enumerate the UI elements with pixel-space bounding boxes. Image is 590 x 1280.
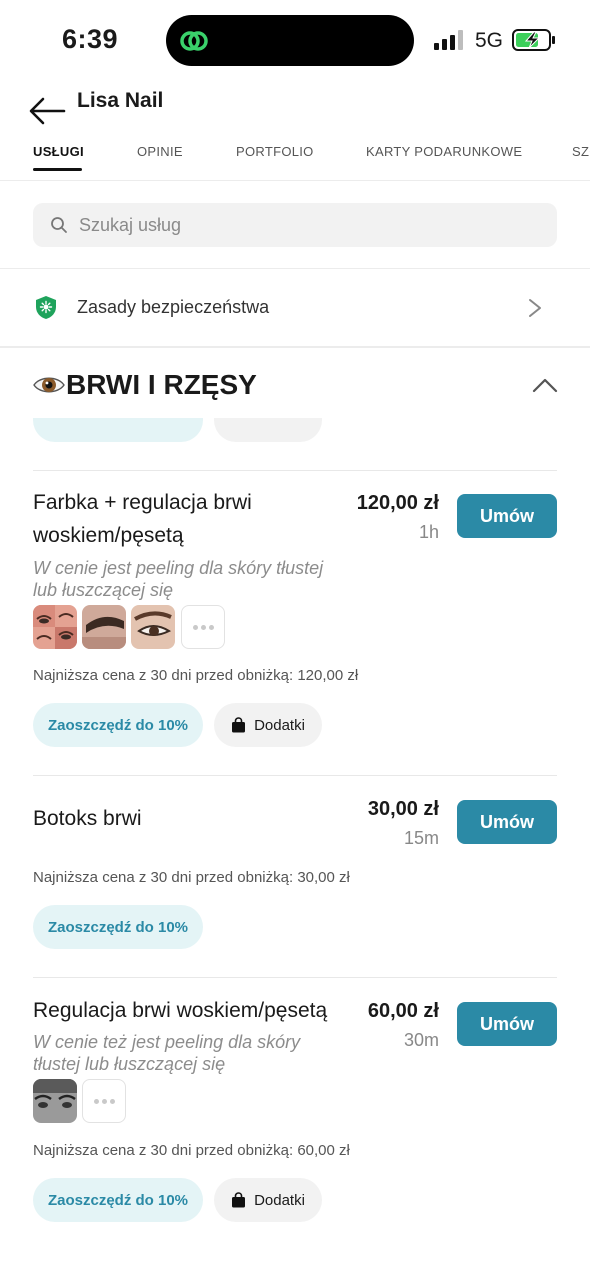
chevron-right-icon <box>529 299 541 317</box>
tab-uslugi[interactable]: USŁUGI <box>33 144 84 159</box>
link-icon <box>180 31 208 51</box>
photo-eye-icon <box>131 605 175 649</box>
addons-label: Dodatki <box>254 716 305 734</box>
more-dot <box>93 1098 99 1104</box>
save-discount-pill[interactable]: Zaoszczędź do 10% <box>33 1178 203 1222</box>
divider <box>33 775 557 776</box>
safety-rules-label: Zasady bezpieczeństwa <box>77 297 270 317</box>
service-price: 120,00 zł <box>356 492 439 514</box>
dynamic-island <box>166 15 414 66</box>
network-label: 5G <box>475 29 504 52</box>
lowest-price-note: Najniższa cena z 30 dni przed obniżką: 1… <box>33 667 359 684</box>
active-tab-indicator <box>33 168 82 171</box>
photo-eyes-icon <box>33 605 77 649</box>
tab-portfolio[interactable]: PORTFOLIO <box>236 144 314 159</box>
service-duration: 1h <box>418 522 439 542</box>
search-input[interactable] <box>79 203 539 247</box>
status-time: 6:39 <box>62 24 119 54</box>
service-photo-thumbnail[interactable] <box>131 605 175 649</box>
search-icon <box>51 217 67 233</box>
service-price: 60,00 zł <box>367 1000 439 1022</box>
signal-icon <box>434 30 463 50</box>
service-photo-thumbnail[interactable] <box>33 605 77 649</box>
safety-rules-row[interactable]: Zasady bezpieczeństwa <box>0 270 590 346</box>
service-name[interactable]: Farbka + regulacja brwi woskiem/pęsetą <box>33 486 333 552</box>
service-description: W cenie jest peeling dla skóry tłustej l… <box>33 558 324 600</box>
service-photo-thumbnail[interactable] <box>82 605 126 649</box>
service-duration: 30m <box>403 1030 439 1050</box>
book-button[interactable]: Umów <box>457 800 557 844</box>
addons-label: Dodatki <box>254 1191 305 1209</box>
more-dot <box>192 624 198 630</box>
chevron-up-icon[interactable] <box>532 377 558 393</box>
more-dot <box>208 624 214 630</box>
photo-brow-icon <box>82 605 126 649</box>
service-name[interactable]: Regulacja brwi woskiem/pęsetą <box>33 994 353 1027</box>
divider <box>33 470 557 471</box>
tab-bar: USŁUGI OPINIE PORTFOLIO KARTY PODARUNKOW… <box>0 135 590 181</box>
addons-button[interactable]: Dodatki <box>214 703 322 747</box>
section-title: BRWI I RZĘSY <box>66 369 257 400</box>
save-discount-pill[interactable]: Zaoszczędź do 10% <box>33 703 203 747</box>
service-duration: 15m <box>403 828 439 848</box>
search-bar <box>33 203 557 247</box>
divider <box>0 268 590 269</box>
more-photos-button[interactable] <box>181 605 225 649</box>
tab-partial[interactable]: SZC <box>572 144 590 159</box>
more-photos-button[interactable] <box>82 1079 126 1123</box>
addons-button[interactable]: Dodatki <box>214 1178 322 1222</box>
divider <box>0 346 590 348</box>
tab-opinie[interactable]: OPINIE <box>137 144 183 159</box>
service-name[interactable]: Botoks brwi <box>33 802 333 835</box>
battery-charging-icon <box>512 29 555 51</box>
shopping-bag-icon <box>232 1192 246 1208</box>
eye-icon <box>33 377 65 393</box>
photo-eyes-bw-icon <box>33 1079 77 1123</box>
divider <box>33 977 557 978</box>
save-pill-peek <box>33 418 203 442</box>
shield-icon <box>36 296 56 319</box>
shopping-bag-icon <box>232 717 246 733</box>
more-dot <box>109 1098 115 1104</box>
page-title: Lisa Nail <box>77 89 164 112</box>
service-description: W cenie też jest peeling dla skóry tłust… <box>33 1032 301 1074</box>
more-dot <box>101 1098 107 1104</box>
book-button[interactable]: Umów <box>457 1002 557 1046</box>
lowest-price-note: Najniższa cena z 30 dni przed obniżką: 3… <box>33 869 350 886</box>
save-discount-pill[interactable]: Zaoszczędź do 10% <box>33 905 203 949</box>
service-photo-thumbnail[interactable] <box>33 1079 77 1123</box>
book-button[interactable]: Umów <box>457 494 557 538</box>
more-dot <box>200 624 206 630</box>
lowest-price-note: Najniższa cena z 30 dni przed obniżką: 6… <box>33 1142 350 1159</box>
service-price: 30,00 zł <box>367 798 439 820</box>
tab-karty-podarunkowe[interactable]: KARTY PODARUNKOWE <box>366 144 522 159</box>
back-arrow-icon[interactable] <box>28 96 66 126</box>
status-bar: 6:39 5G <box>0 0 590 80</box>
addons-pill-peek <box>214 418 322 442</box>
